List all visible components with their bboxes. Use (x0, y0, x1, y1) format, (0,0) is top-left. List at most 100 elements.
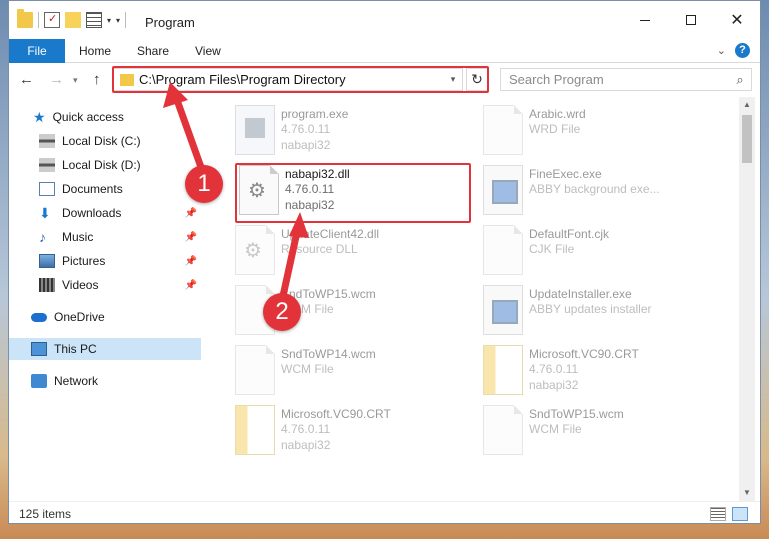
file-item[interactable]: UpdateInstaller.exe ABBY updates installe… (483, 285, 713, 341)
search-box[interactable]: Search Program ⌕ (500, 68, 752, 91)
sidebar-item-local-disk-d[interactable]: Local Disk (D:) (9, 154, 201, 176)
sidebar-item-local-disk-c[interactable]: Local Disk (C:) (9, 130, 201, 152)
step-2-badge: 2 (263, 293, 301, 331)
tab-file[interactable]: File (9, 39, 65, 63)
properties-icon[interactable] (44, 12, 60, 28)
file-description: nabapi32 (529, 378, 579, 392)
scroll-down-icon[interactable]: ▼ (739, 485, 755, 501)
up-arrow-icon[interactable]: ↑ (93, 71, 101, 88)
gear-file-icon (235, 225, 275, 275)
sidebar-item-downloads[interactable]: ⬇ Downloads 📌 (9, 202, 201, 224)
back-arrow-icon[interactable]: ← (19, 71, 34, 88)
file-name: DefaultFont.cjk (529, 227, 610, 241)
file-description: nabapi32 (285, 198, 335, 212)
folder-icon (17, 9, 33, 28)
address-bar[interactable]: C:\Program Files\Program Directory ▾ (113, 68, 463, 91)
gear-file-icon (239, 165, 279, 215)
refresh-button[interactable]: ↻ (466, 68, 488, 91)
file-item[interactable]: program.exe 4.76.0.11 nabapi32 (235, 105, 465, 161)
sidebar-item-label: OneDrive (54, 310, 105, 324)
minimize-icon (640, 19, 650, 21)
customize-toolbar-icon[interactable]: ▾ (116, 16, 120, 25)
sidebar-item-label: Local Disk (C:) (62, 134, 141, 148)
file-item[interactable]: Arabic.wrd WRD File (483, 105, 713, 161)
file-item[interactable]: SndToWP14.wcm WCM File (235, 345, 465, 401)
search-input[interactable]: Search Program (501, 72, 729, 87)
maximize-button[interactable] (668, 1, 714, 39)
pin-icon[interactable]: 📌 (185, 232, 197, 243)
pin-icon[interactable]: 📌 (185, 280, 197, 291)
sidebar-item-network[interactable]: Network (9, 370, 201, 392)
tab-view[interactable]: View (195, 39, 221, 63)
sidebar-item-quick-access[interactable]: ★ Quick access (9, 106, 201, 128)
chevron-down-icon[interactable]: ▾ (107, 16, 111, 25)
file-type: WCM File (529, 422, 582, 436)
close-button[interactable]: ✕ (714, 1, 760, 39)
sidebar-item-label: Quick access (52, 110, 124, 124)
file-type: CJK File (529, 242, 575, 256)
status-bar: 125 items (9, 501, 760, 523)
sidebar-item-videos[interactable]: Videos 📌 (9, 274, 201, 296)
videos-icon (39, 278, 55, 292)
document-icon (483, 405, 523, 455)
expand-ribbon-icon[interactable]: ⌄ (717, 44, 726, 57)
new-folder-icon[interactable] (65, 12, 81, 28)
window-controls: ✕ (622, 1, 760, 39)
minimize-button[interactable] (622, 1, 668, 39)
file-version: 4.76.0.11 (529, 362, 579, 376)
address-path[interactable]: C:\Program Files\Program Directory (139, 72, 444, 87)
help-icon[interactable]: ? (735, 43, 750, 58)
sidebar-item-pictures[interactable]: Pictures 📌 (9, 250, 201, 272)
tab-home[interactable]: Home (79, 39, 111, 63)
file-name: UpdateInstaller.exe (529, 287, 632, 301)
sidebar-item-label: Music (62, 230, 94, 244)
file-item[interactable]: Microsoft.VC90.CRT 4.76.0.11 nabapi32 (235, 405, 465, 461)
star-icon: ★ (33, 109, 46, 125)
file-name: nabapi32.dll (285, 167, 350, 181)
vertical-scrollbar[interactable]: ▲ ▼ (739, 97, 755, 501)
file-name: FineExec.exe (529, 167, 602, 181)
file-item[interactable]: SndToWP15.wcm WCM File (483, 405, 713, 461)
view-options-icon[interactable] (86, 12, 102, 28)
sidebar-item-label: Pictures (62, 254, 106, 268)
file-type: WCM File (281, 362, 334, 376)
sidebar-item-music[interactable]: ♪ Music 📌 (9, 226, 201, 248)
file-item[interactable]: UpdateClient42.dllResource DLL (235, 225, 465, 281)
document-icon (235, 345, 275, 395)
app-icon (235, 105, 275, 155)
file-item-nabapi32-dll[interactable]: nabapi32.dll4.76.0.11 nabapi32 (239, 165, 469, 221)
pictures-icon (39, 254, 55, 268)
document-icon (483, 225, 523, 275)
file-description: nabapi32 (281, 138, 331, 152)
details-view-icon[interactable] (710, 507, 726, 521)
sidebar-item-label: Local Disk (D:) (62, 158, 141, 172)
scroll-up-icon[interactable]: ▲ (739, 97, 755, 113)
chevron-down-icon[interactable]: ▾ (444, 74, 462, 85)
file-item[interactable]: Microsoft.VC90.CRT 4.76.0.11 nabapi32 (483, 345, 713, 401)
file-version: 4.76.0.11 (285, 182, 335, 196)
file-name: Microsoft.VC90.CRT (281, 407, 391, 421)
file-version: 4.76.0.11 (281, 422, 331, 436)
sidebar-item-onedrive[interactable]: OneDrive (9, 306, 201, 328)
file-type: ABBY background exe... (529, 182, 660, 196)
file-item[interactable]: FineExec.exe ABBY background exe... (483, 165, 713, 221)
pin-icon[interactable]: 📌 (185, 256, 197, 267)
file-name: Microsoft.VC90.CRT (529, 347, 639, 361)
pin-icon[interactable]: 📌 (185, 208, 197, 219)
sidebar-item-documents[interactable]: Documents (9, 178, 201, 200)
file-item[interactable]: DefaultFont.cjk CJK File (483, 225, 713, 281)
toolbar-separator (125, 12, 127, 28)
file-type: Resource DLL (281, 242, 358, 256)
scrollbar-thumb[interactable] (742, 115, 752, 163)
file-type: ABBY updates installer (529, 302, 652, 316)
title-bar: ▾ ▾ Program ✕ (9, 1, 760, 39)
sidebar-item-label: This PC (54, 342, 97, 356)
tab-share[interactable]: Share (137, 39, 169, 63)
file-name: UpdateClient42.dll (281, 227, 380, 241)
forward-arrow-icon[interactable]: → (49, 71, 64, 88)
ribbon-tabs: File Home Share View ⌄ ? (9, 39, 760, 63)
recent-locations-icon[interactable]: ▾ (73, 75, 78, 86)
tiles-view-icon[interactable] (732, 507, 748, 521)
sidebar-item-this-pc[interactable]: This PC (9, 338, 201, 360)
cloud-icon (31, 312, 47, 322)
